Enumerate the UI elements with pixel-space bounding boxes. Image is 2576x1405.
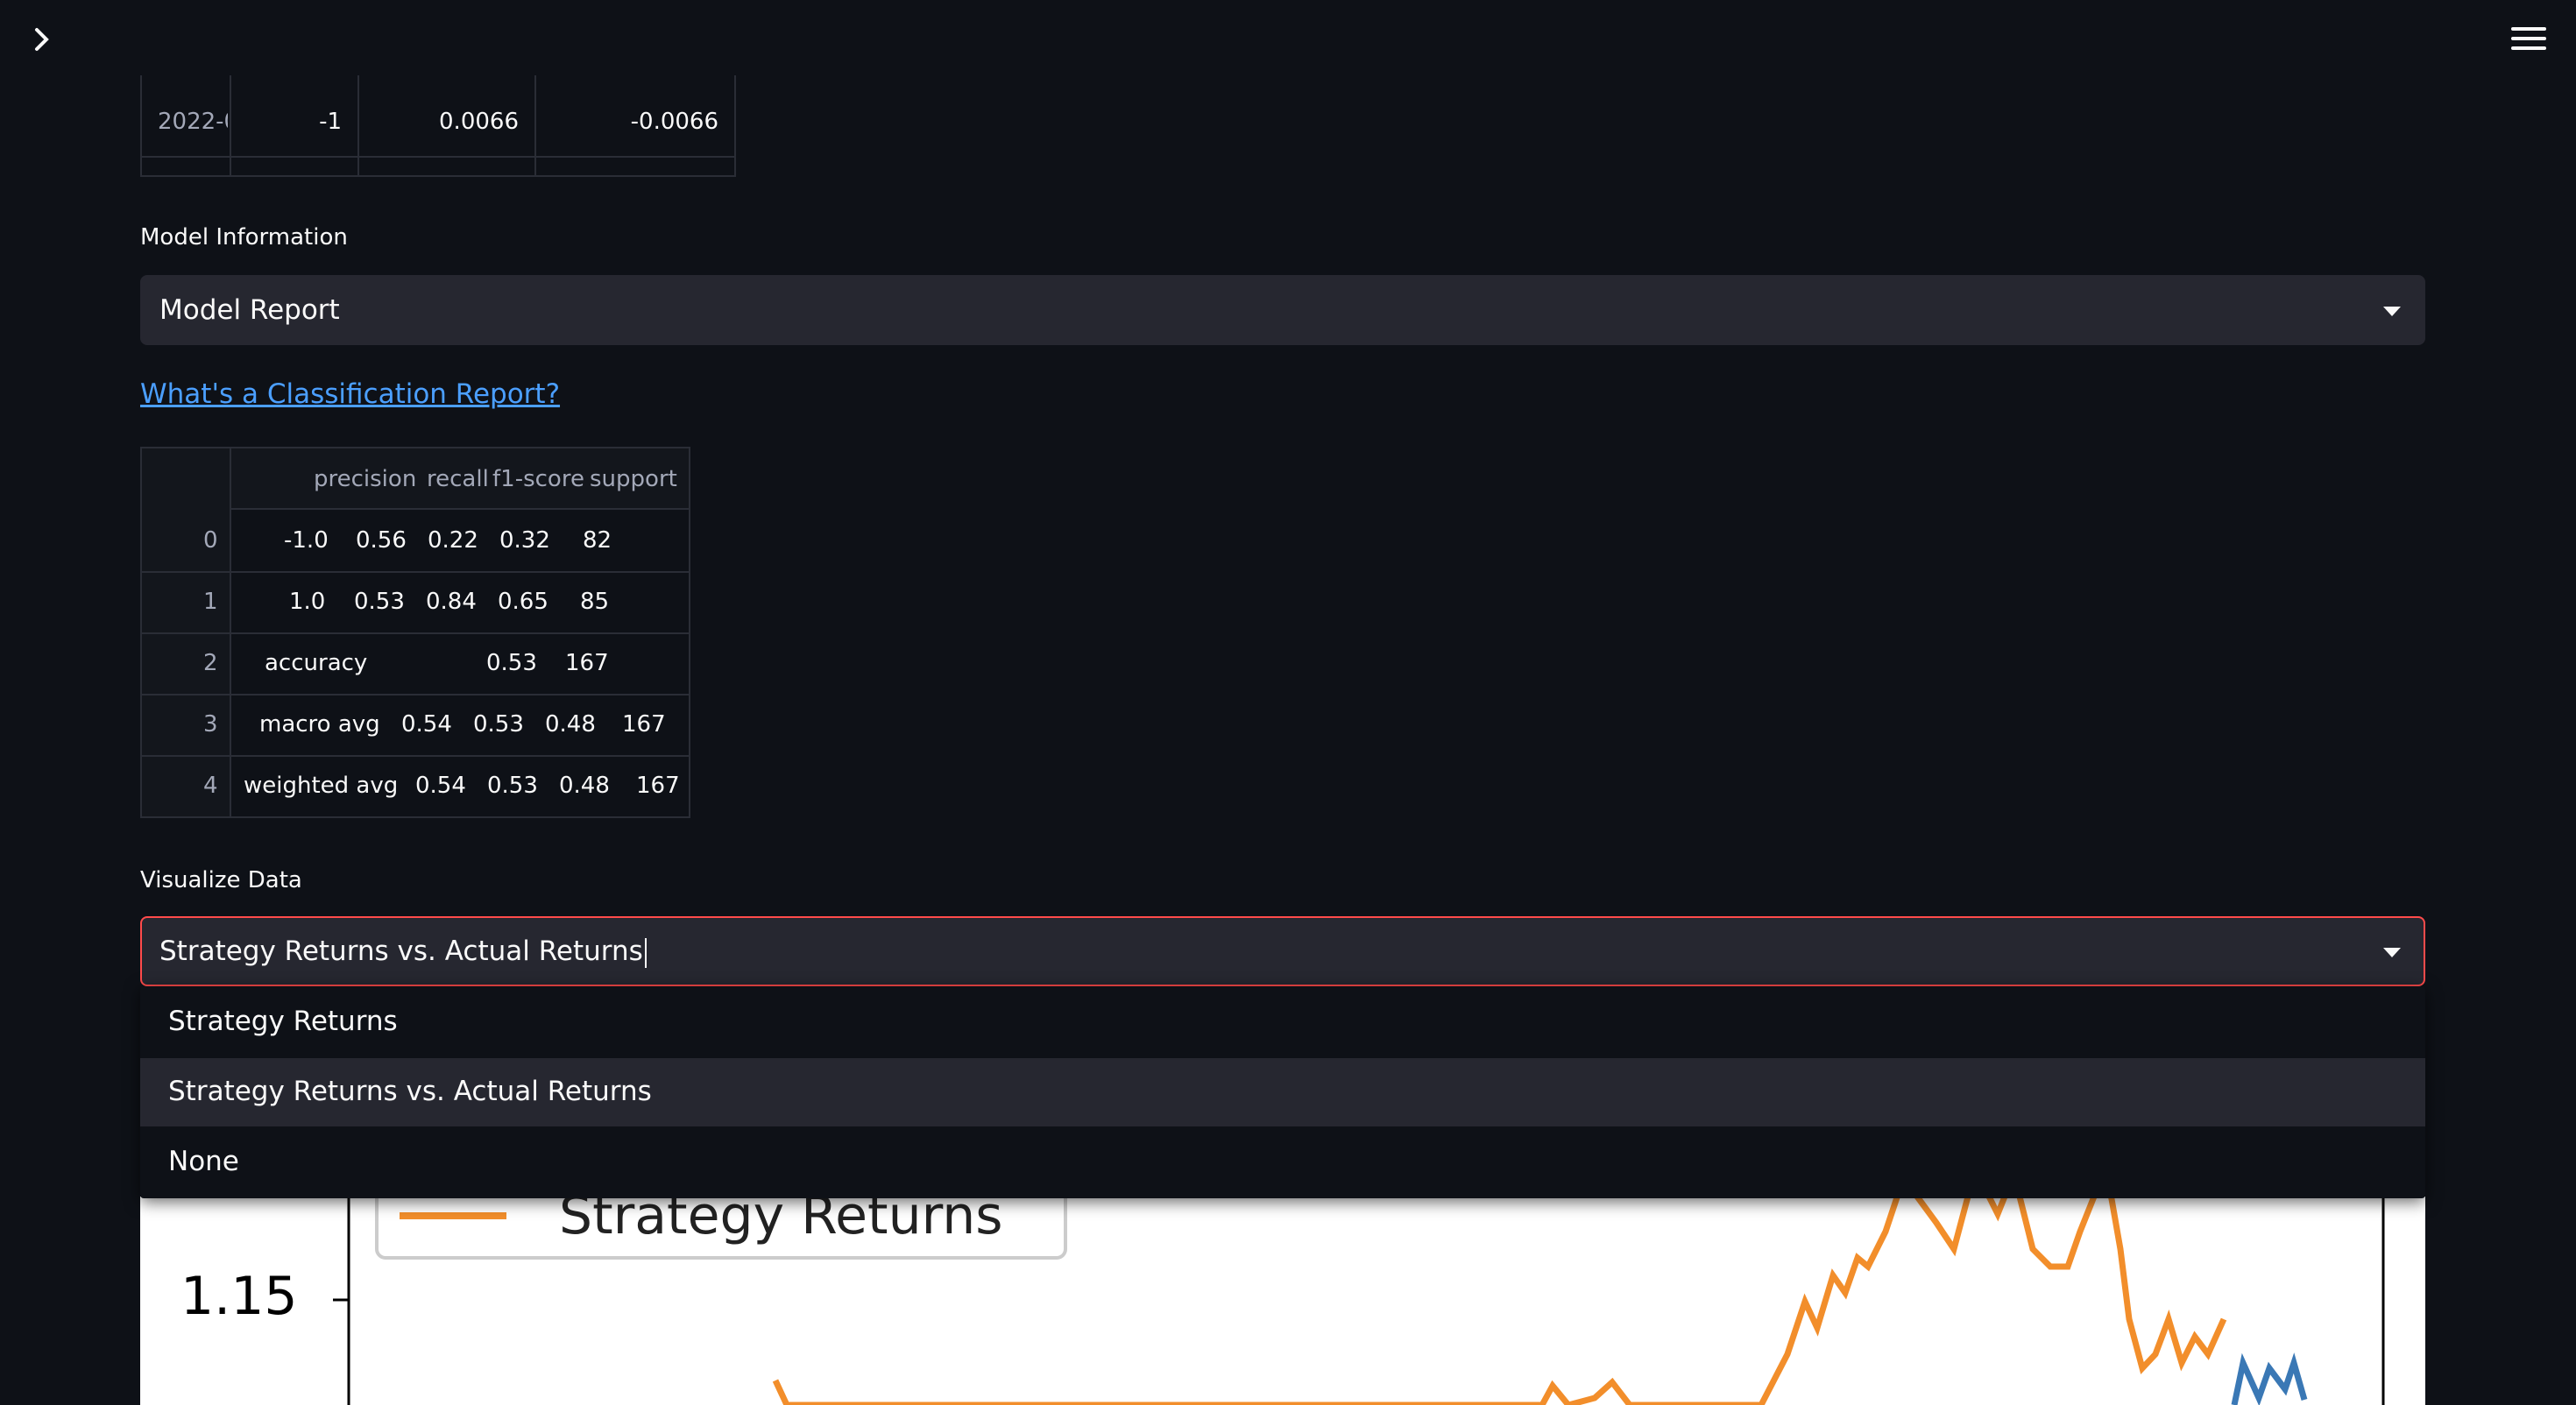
table-cell-strategy-return: -0.0066 bbox=[630, 109, 718, 135]
table-cell: 167 bbox=[565, 650, 609, 676]
table-cell: -1.0 bbox=[284, 527, 329, 554]
column-header: precision bbox=[314, 466, 417, 492]
visualize-data-select[interactable]: Strategy Returns vs. Actual Returns bbox=[140, 916, 2425, 986]
select-value: Model Report bbox=[159, 294, 340, 326]
row-index: 2 bbox=[203, 650, 218, 676]
column-header: support bbox=[590, 466, 677, 492]
row-index: 0 bbox=[203, 527, 218, 554]
table-cell: 0.53 bbox=[473, 711, 524, 738]
table-cell-date: 2022-0 bbox=[158, 109, 228, 135]
row-index: 3 bbox=[203, 711, 218, 738]
series-line-actual bbox=[2231, 1352, 2308, 1405]
table-cell: weighted avg bbox=[244, 773, 399, 799]
table-cell: 167 bbox=[622, 711, 666, 738]
select-value: Strategy Returns vs. Actual Returns bbox=[159, 935, 647, 968]
table-cell: 0.54 bbox=[415, 773, 466, 799]
text-cursor bbox=[644, 937, 647, 968]
table-cell: 85 bbox=[580, 589, 610, 615]
table-cell: 0.54 bbox=[401, 711, 452, 738]
hamburger-menu-icon[interactable] bbox=[2511, 23, 2546, 54]
chart-svg: 1.15 Strategy Returns bbox=[180, 1197, 2385, 1405]
chevron-right-icon[interactable] bbox=[26, 21, 58, 58]
chevron-down-icon bbox=[2383, 307, 2401, 316]
returns-dataframe[interactable]: 2022-0 -1 0.0066 -0.0066 bbox=[140, 75, 736, 177]
dropdown-option-none[interactable]: None bbox=[140, 1128, 2425, 1197]
chevron-down-icon bbox=[2383, 948, 2401, 957]
table-cell-actual-return: 0.0066 bbox=[439, 109, 519, 135]
row-index: 1 bbox=[203, 589, 218, 615]
table-cell: 0.56 bbox=[356, 527, 407, 554]
table-cell: 167 bbox=[636, 773, 680, 799]
visualize-data-dropdown: Strategy Returns Strategy Returns vs. Ac… bbox=[140, 986, 2425, 1198]
table-cell: 0.53 bbox=[354, 589, 405, 615]
table-cell-signal: -1 bbox=[319, 109, 342, 135]
table-cell: accuracy bbox=[265, 650, 368, 676]
table-cell: 0.65 bbox=[498, 589, 548, 615]
table-cell: 0.48 bbox=[559, 773, 610, 799]
table-cell: 0.53 bbox=[487, 773, 538, 799]
table-cell: 0.22 bbox=[428, 527, 478, 554]
row-index: 4 bbox=[203, 773, 218, 799]
model-info-label: Model Information bbox=[140, 224, 348, 251]
column-header: recall bbox=[427, 466, 489, 492]
dropdown-option-strategy-returns[interactable]: Strategy Returns bbox=[140, 988, 2425, 1056]
dropdown-option-strategy-vs-actual[interactable]: Strategy Returns vs. Actual Returns bbox=[140, 1058, 2425, 1126]
visualize-data-label: Visualize Data bbox=[140, 867, 302, 893]
table-cell: macro avg bbox=[259, 711, 380, 738]
column-header: f1-score bbox=[492, 466, 584, 492]
table-cell: 0.48 bbox=[545, 711, 596, 738]
returns-chart: 1.15 Strategy Returns bbox=[140, 1197, 2425, 1405]
top-bar bbox=[0, 0, 2576, 79]
table-cell: 0.84 bbox=[426, 589, 477, 615]
table-cell: 0.53 bbox=[486, 650, 537, 676]
table-cell: 82 bbox=[583, 527, 612, 554]
table-cell: 0.32 bbox=[499, 527, 550, 554]
legend-label-strategy: Strategy Returns bbox=[559, 1197, 1003, 1246]
table-cell: 1.0 bbox=[289, 589, 326, 615]
y-tick-label: 1.15 bbox=[180, 1266, 298, 1327]
classification-report-table[interactable]: precision recall f1-score support 0 -1.0… bbox=[140, 447, 690, 818]
model-info-select[interactable]: Model Report bbox=[140, 275, 2425, 345]
classification-report-link[interactable]: What's a Classification Report? bbox=[140, 378, 560, 410]
